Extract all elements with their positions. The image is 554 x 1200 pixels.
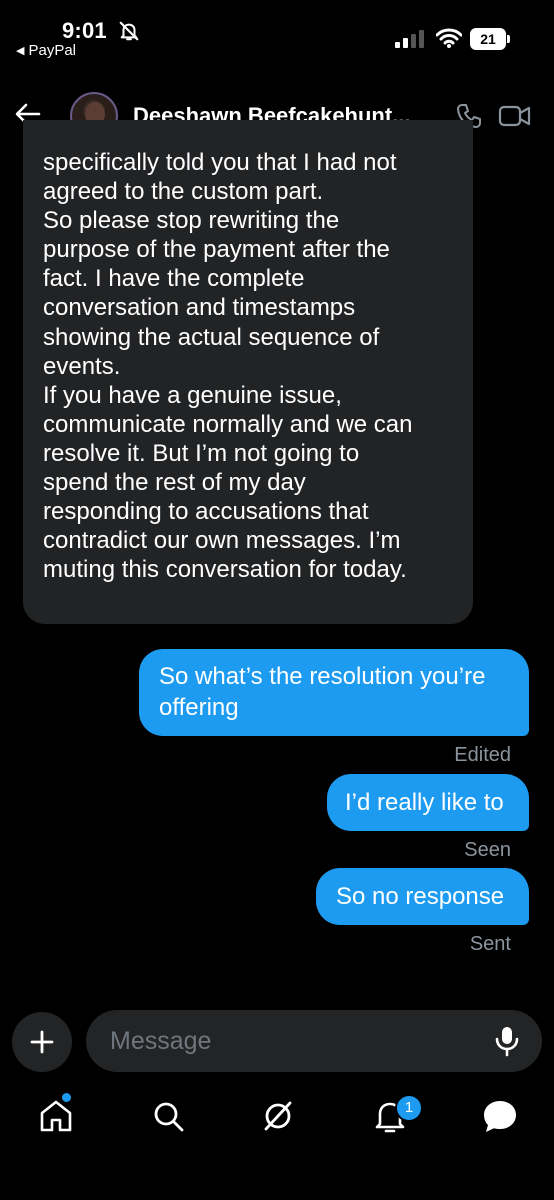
grok-icon[interactable] — [258, 1096, 298, 1136]
back-triangle-icon: ◀ — [16, 45, 25, 57]
message-line: If you have a genuine issue, — [43, 381, 342, 409]
message-line: specifically told you that I had not — [43, 149, 397, 176]
outgoing-message-bubble[interactable]: So what’s the resolution you’re offering — [139, 649, 529, 736]
message-line: resolve it. But I’m not going to — [43, 439, 360, 467]
message-line: events. — [43, 352, 121, 380]
message-line: muting this conversation for today. — [43, 556, 407, 584]
cellular-signal-icon — [395, 30, 424, 48]
status-time: 9:01 — [62, 18, 107, 43]
add-attachment-button[interactable] — [12, 1012, 72, 1072]
back-app-label: PayPal — [28, 42, 76, 59]
search-icon[interactable] — [148, 1096, 188, 1136]
video-call-icon[interactable] — [498, 102, 532, 130]
home-unread-dot — [62, 1093, 71, 1102]
battery-indicator: 21 — [470, 28, 512, 50]
outgoing-message-bubble[interactable]: So no response — [316, 868, 529, 925]
message-line: offering — [159, 694, 239, 721]
message-line: So please stop rewriting the — [43, 207, 340, 235]
back-to-app-link[interactable]: ◀ PayPal — [16, 42, 76, 59]
message-line: communicate normally and we can — [43, 410, 413, 438]
wifi-icon — [436, 28, 462, 48]
message-line: purpose of the payment after the — [43, 236, 390, 264]
message-line: responding to accusations that — [43, 498, 369, 526]
outgoing-message-bubble[interactable]: I’d really like to — [327, 774, 529, 831]
home-icon[interactable] — [36, 1096, 76, 1136]
message-line: agreed to the custom part. — [43, 178, 324, 206]
message-status-sent: Sent — [469, 933, 511, 955]
notification-count-badge: 1 — [395, 1094, 423, 1122]
microphone-icon[interactable] — [494, 1025, 520, 1057]
incoming-message-bubble[interactable]: specifically told you that I had not agr… — [23, 120, 473, 624]
bell-slash-icon — [119, 21, 139, 41]
message-status-edited: Edited — [454, 744, 511, 766]
message-line: So what’s the resolution you’re — [159, 663, 486, 690]
messages-icon[interactable] — [480, 1096, 520, 1136]
message-line: contradict our own messages. I’m — [43, 527, 401, 555]
battery-level: 21 — [470, 28, 506, 50]
plus-icon — [30, 1030, 54, 1054]
message-line: spend the rest of my day — [43, 469, 306, 497]
message-line: fact. I have the complete — [43, 265, 305, 293]
message-line: conversation and timestamps — [43, 294, 356, 322]
message-input[interactable] — [86, 1010, 542, 1072]
message-line: showing the actual sequence of — [43, 323, 380, 351]
message-status-seen: Seen — [464, 839, 511, 861]
